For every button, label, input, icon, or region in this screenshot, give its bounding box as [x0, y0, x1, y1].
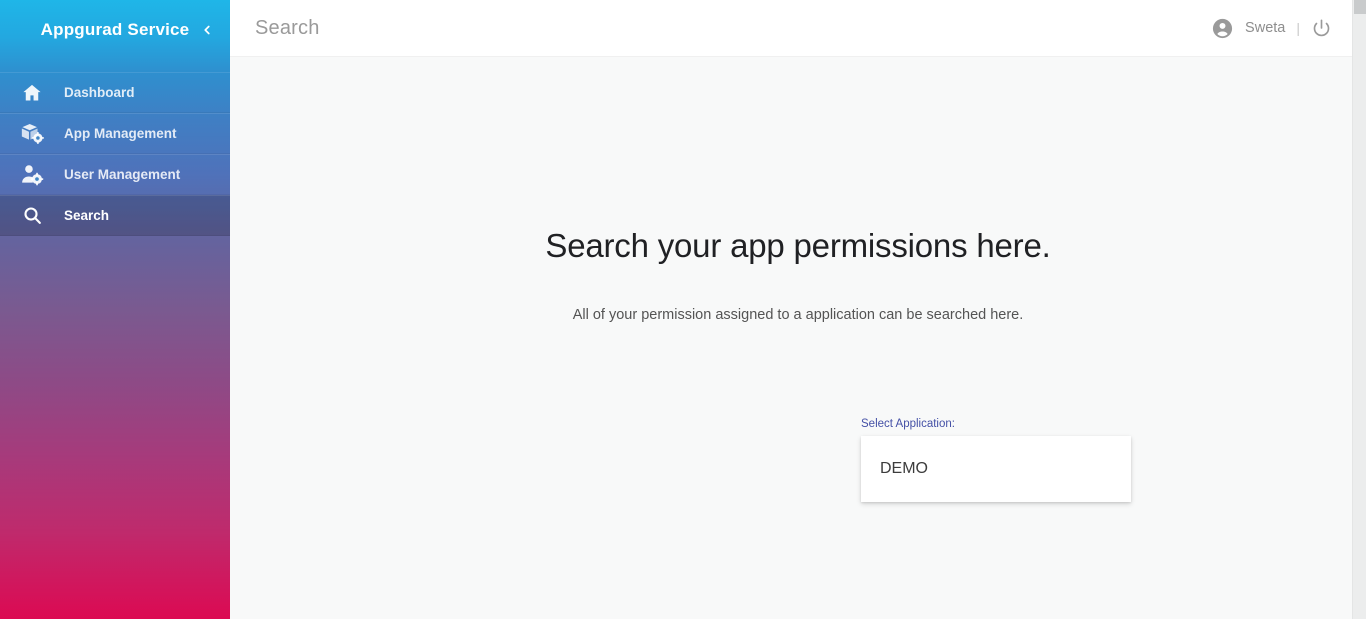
sidebar-item-user-management[interactable]: User Management	[0, 154, 230, 195]
content-area: Search your app permissions here. All of…	[230, 57, 1366, 619]
sidebar-item-label: Search	[64, 208, 110, 223]
sidebar: Appgurad Service Dashboard App Managemen…	[0, 0, 230, 619]
user-name[interactable]: Sweta	[1245, 20, 1285, 36]
power-icon[interactable]	[1311, 18, 1332, 39]
sidebar-item-label: User Management	[64, 167, 181, 182]
main-area: Search Sweta | Search your app permissio…	[230, 0, 1366, 619]
page-title: Search	[255, 16, 320, 39]
topbar-actions: Sweta |	[1211, 17, 1332, 40]
scrollbar-thumb[interactable]	[1354, 0, 1366, 14]
home-icon	[16, 82, 48, 104]
select-application-dropdown-panel[interactable]: DEMO	[861, 436, 1131, 502]
topbar-separator: |	[1296, 20, 1300, 36]
sidebar-item-search[interactable]: Search	[0, 195, 230, 236]
sidebar-item-dashboard[interactable]: Dashboard	[0, 72, 230, 113]
dropdown-option-demo[interactable]: DEMO	[880, 460, 928, 478]
user-gear-icon	[16, 163, 48, 187]
brand-title: Appgurad Service	[40, 20, 190, 39]
sidebar-nav: Dashboard App Management User Management…	[0, 72, 230, 236]
account-circle-icon[interactable]	[1211, 17, 1234, 40]
box-gear-icon	[16, 122, 48, 146]
sidebar-item-label: App Management	[64, 126, 177, 141]
hero-subtitle: All of your permission assigned to a app…	[572, 307, 1024, 323]
magnifier-icon	[16, 205, 48, 226]
topbar: Search Sweta |	[230, 0, 1366, 57]
select-application-group: Select Application: DEMO	[861, 418, 1131, 502]
app-root: Appgurad Service Dashboard App Managemen…	[0, 0, 1366, 619]
sidebar-brand: Appgurad Service	[0, 0, 230, 60]
hero-heading: Search your app permissions here.	[545, 227, 1051, 264]
select-application-label: Select Application:	[861, 418, 955, 430]
vertical-scrollbar[interactable]	[1352, 0, 1366, 619]
chevron-left-icon[interactable]	[194, 17, 220, 43]
sidebar-item-label: Dashboard	[64, 85, 135, 100]
sidebar-item-app-management[interactable]: App Management	[0, 113, 230, 154]
